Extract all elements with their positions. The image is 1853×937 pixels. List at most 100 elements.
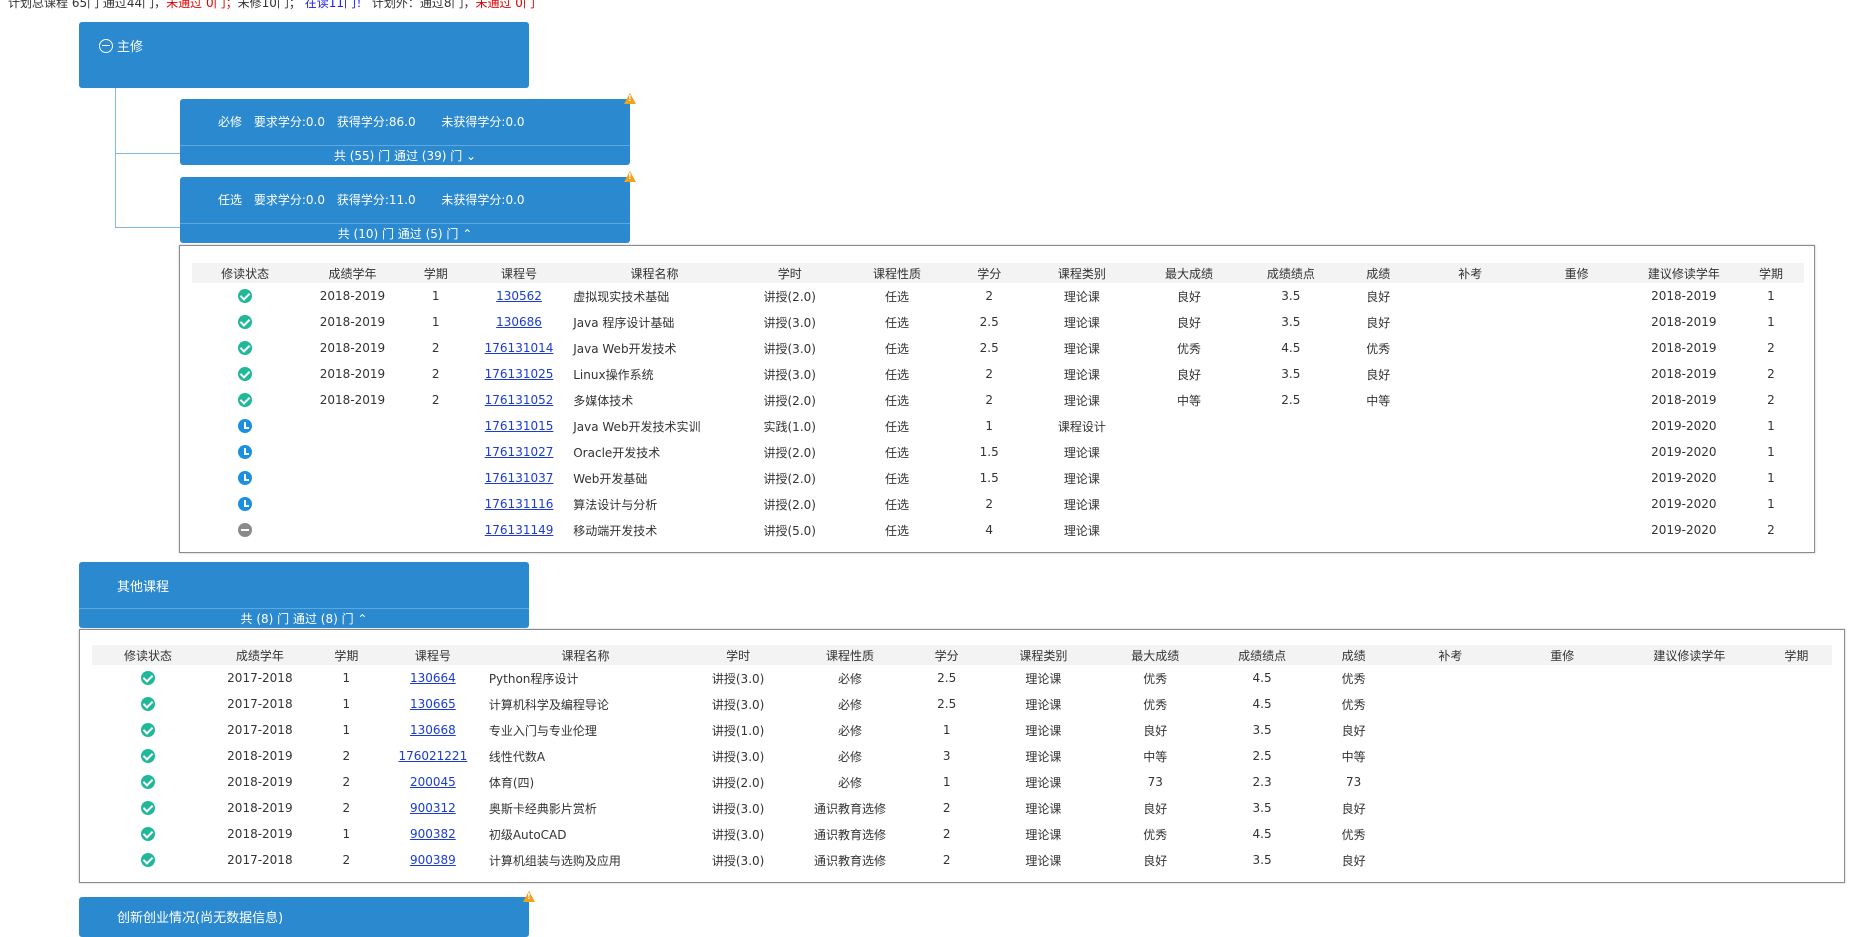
nature-cell: 任选 (884, 523, 909, 538)
year-cell: 2017-2018 (227, 723, 293, 737)
course-code-link[interactable]: 900382 (410, 827, 456, 841)
term-cell: 2 (342, 775, 351, 789)
code-cell: 176131149 (465, 517, 573, 543)
retake-cell (1523, 361, 1629, 387)
course-code-link[interactable]: 130562 (496, 289, 542, 303)
column-header: 课程号 (464, 263, 574, 283)
name-cell: 计算机科学及编程导论 (488, 697, 609, 712)
code-cell: 176131052 (465, 387, 573, 413)
max-grade-cell (1136, 413, 1243, 439)
column-header: 学期 (406, 263, 465, 283)
status-cell (192, 309, 298, 335)
column-header: 重修 (1523, 263, 1630, 283)
column-header: 课程类别 (987, 645, 1100, 665)
gpa-cell (1242, 413, 1339, 439)
course-code-link[interactable]: 176131027 (485, 445, 554, 459)
retake-cell (1523, 439, 1629, 465)
elective-info: 任选 要求学分:0.0 获得学分:11.0 未获得学分:0.0 (218, 191, 533, 208)
course-code-link[interactable]: 176131116 (485, 497, 554, 511)
code-cell: 900312 (377, 795, 489, 821)
grade-cell (1339, 517, 1417, 543)
column-header: 课程类别 (1028, 263, 1136, 283)
retake-cell (1523, 491, 1629, 517)
name-cell: Web开发基础 (573, 471, 648, 486)
hours-cell: 讲授(5.0) (763, 523, 816, 538)
suggested-year-cell (1618, 847, 1760, 873)
max-grade-cell: 良好 (1177, 289, 1202, 304)
other-toggle[interactable]: 共 (8) 门 通过 (8) 门 ⌃ (79, 610, 529, 627)
max-grade-cell: 优秀 (1177, 341, 1202, 356)
suggested-term-cell: 1 (1767, 419, 1775, 433)
nature-cell: 任选 (884, 497, 909, 512)
suggested-year-cell (1618, 769, 1760, 795)
course-code-link[interactable]: 130665 (410, 697, 456, 711)
course-code-link[interactable]: 176131025 (485, 367, 554, 381)
year-cell: 2018-2019 (227, 775, 293, 789)
makeup-cell (1417, 387, 1523, 413)
year-cell: 2018-2019 (227, 801, 293, 815)
table-row: 2018-2019 2 176021221 线性代数A 讲授(3.0) 必修 3 理论课 中等 2… (92, 743, 1832, 769)
course-code-link[interactable]: 176131015 (485, 419, 554, 433)
nature-cell: 任选 (884, 393, 909, 408)
suggested-term-cell (1761, 847, 1832, 873)
category-cell: 理论课 (1025, 853, 1062, 868)
year-cell (298, 491, 406, 517)
course-code-link[interactable]: 130664 (410, 671, 456, 685)
course-code-link[interactable]: 176131149 (485, 523, 554, 537)
nature-cell: 必修 (838, 775, 863, 790)
elective-panel[interactable]: 任选 要求学分:0.0 获得学分:11.0 未获得学分:0.0 共 (10) 门… (180, 171, 636, 243)
retake-cell (1506, 821, 1618, 847)
hours-cell: 讲授(3.0) (763, 341, 816, 356)
status-cell (192, 387, 298, 413)
grade-cell: 良好 (1341, 801, 1366, 816)
status-cell (192, 413, 298, 439)
table-header-row: 修读状态 成绩学年 学期 课程号 课程名称 学时 课程性质 学分 课程类别 最大成绩 成绩绩点 成绩补… (92, 645, 1832, 665)
table-row: 2017-2018 1 130665 计算机科学及编程导论 讲授(3.0) 必修 2.5 理论… (92, 691, 1832, 717)
name-cell: 计算机组装与选购及应用 (488, 853, 621, 868)
year-cell: 2017-2018 (227, 853, 293, 867)
course-code-link[interactable]: 200045 (410, 775, 456, 789)
makeup-cell (1394, 847, 1506, 873)
hours-cell: 讲授(2.0) (711, 775, 765, 790)
retake-cell (1523, 283, 1629, 309)
collapse-icon[interactable] (99, 38, 113, 53)
course-code-link[interactable]: 176131037 (485, 471, 554, 485)
course-code-link[interactable]: 900312 (410, 801, 456, 815)
course-code-link[interactable]: 176131052 (485, 393, 554, 407)
required-toggle[interactable]: 共 (55) 门 通过 (39) 门 ⌄ (180, 147, 630, 164)
required-notgot-credit: 未获得学分:0.0 (441, 115, 525, 129)
course-code-link[interactable]: 176021221 (398, 749, 467, 763)
gpa-cell: 4.5 (1281, 341, 1301, 355)
course-code-link[interactable]: 176131014 (485, 341, 554, 355)
required-panel[interactable]: 必修 要求学分:0.0 获得学分:86.0 未获得学分:0.0 共 (55) 门… (180, 93, 636, 165)
elective-toggle[interactable]: 共 (10) 门 通过 (5) 门 ⌃ (180, 225, 630, 242)
course-code-link[interactable]: 900389 (410, 853, 456, 867)
table-row: 2017-2018 1 130668 专业入门与专业伦理 讲授(1.0) 必修 1 理论课 良好… (92, 717, 1832, 743)
innovation-panel[interactable]: 创新创业情况(尚无数据信息) (79, 891, 535, 937)
table-row: 176131149 移动端开发技术 讲授(5.0) 任选 4 理论课 2019-2020 2 (192, 517, 1804, 543)
grade-cell: 良好 (1341, 853, 1366, 868)
category-cell: 理论课 (1063, 445, 1100, 460)
tree-connector-vertical (115, 88, 116, 227)
term-cell (407, 465, 465, 491)
suggested-year-cell (1618, 717, 1760, 743)
other-courses-panel[interactable]: 其他课程 共 (8) 门 通过 (8) 门 ⌃ (79, 562, 529, 628)
suggested-term-cell: 1 (1767, 289, 1775, 303)
grade-cell: 良好 (1366, 367, 1391, 382)
retake-cell (1506, 665, 1618, 691)
category-cell: 理论课 (1063, 315, 1100, 330)
grade-cell (1339, 465, 1417, 491)
status-cell (192, 465, 298, 491)
major-panel[interactable]: 主修 (79, 22, 529, 88)
retake-cell (1523, 517, 1629, 543)
nature-cell: 通识教育选修 (814, 827, 887, 842)
category-cell: 理论课 (1025, 697, 1062, 712)
term-cell: 1 (431, 289, 440, 303)
gpa-cell: 3.5 (1281, 315, 1301, 329)
retake-cell (1506, 717, 1618, 743)
grade-cell (1339, 491, 1417, 517)
course-code-link[interactable]: 130686 (496, 315, 542, 329)
course-code-link[interactable]: 130668 (410, 723, 456, 737)
column-header: 修读状态 (192, 263, 299, 283)
credit-cell: 1.5 (979, 471, 999, 485)
